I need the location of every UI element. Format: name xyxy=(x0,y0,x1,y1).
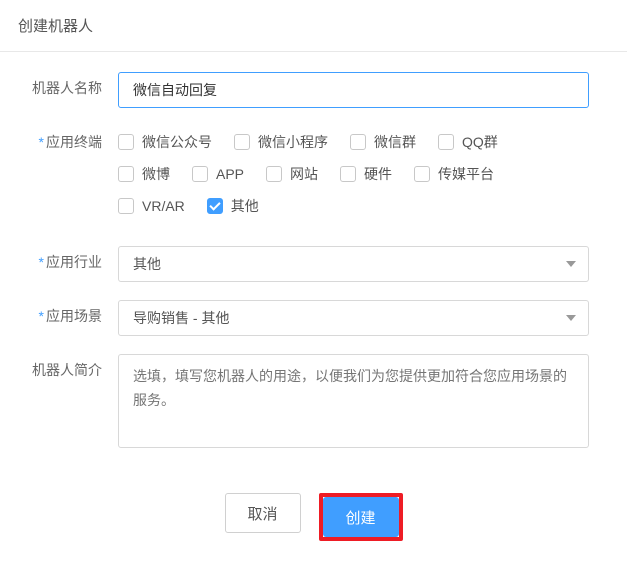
checkbox-label: 微信群 xyxy=(374,132,416,152)
description-textarea[interactable] xyxy=(118,354,589,448)
scenario-select-value: 导购销售 - 其他 xyxy=(133,308,229,328)
checkbox-icon xyxy=(414,166,430,182)
scenario-select[interactable]: 导购销售 - 其他 xyxy=(118,300,589,336)
cancel-button[interactable]: 取消 xyxy=(225,493,301,533)
checkbox-icon xyxy=(438,134,454,150)
terminal-checkbox[interactable]: QQ群 xyxy=(438,132,498,152)
checkbox-icon xyxy=(118,198,134,214)
row-robot-name: 机器人名称 xyxy=(18,72,609,108)
create-button[interactable]: 创建 xyxy=(323,497,399,537)
row-description: 机器人简介 xyxy=(18,354,609,451)
terminal-checkbox[interactable]: 网站 xyxy=(266,164,318,184)
checkbox-label: 传媒平台 xyxy=(438,164,494,184)
industry-select[interactable]: 其他 xyxy=(118,246,589,282)
dialog-title: 创建机器人 xyxy=(0,0,627,52)
row-scenario: 应用场景 导购销售 - 其他 xyxy=(18,300,609,336)
checkbox-label: VR/AR xyxy=(142,198,185,214)
dialog-body: 机器人名称 应用终端 微信公众号 微信小程序 微信群 QQ群微博 APP 网站 硬件 传媒平台… xyxy=(0,52,627,479)
checkbox-icon xyxy=(234,134,250,150)
terminal-checkbox[interactable]: 硬件 xyxy=(340,164,392,184)
terminal-checkbox[interactable]: 其他 xyxy=(207,196,259,216)
terminal-checkbox-group: 微信公众号 微信小程序 微信群 QQ群微博 APP 网站 硬件 传媒平台 VR/AR 其他 xyxy=(118,126,589,228)
terminal-checkbox[interactable]: 微信公众号 xyxy=(118,132,212,152)
checkbox-icon xyxy=(118,134,134,150)
row-terminal: 应用终端 微信公众号 微信小程序 微信群 QQ群微博 APP 网站 硬件 传媒平台 VR/AR 其… xyxy=(18,126,609,228)
checkbox-label: 网站 xyxy=(290,164,318,184)
terminal-checkbox[interactable]: 微信小程序 xyxy=(234,132,328,152)
checkbox-label: 微博 xyxy=(142,164,170,184)
checkbox-label: 其他 xyxy=(231,196,259,216)
checkbox-label: 微信公众号 xyxy=(142,132,212,152)
checkbox-icon xyxy=(192,166,208,182)
checkbox-label: APP xyxy=(216,166,244,182)
industry-select-value: 其他 xyxy=(133,254,161,274)
terminal-checkbox[interactable]: 微信群 xyxy=(350,132,416,152)
terminal-checkbox[interactable]: 传媒平台 xyxy=(414,164,494,184)
chevron-down-icon xyxy=(566,261,576,267)
checkbox-icon xyxy=(266,166,282,182)
terminal-checkbox[interactable]: APP xyxy=(192,164,244,184)
checkbox-icon xyxy=(350,134,366,150)
label-terminal: 应用终端 xyxy=(18,126,118,152)
checkbox-icon xyxy=(340,166,356,182)
terminal-checkbox[interactable]: VR/AR xyxy=(118,196,185,216)
label-scenario: 应用场景 xyxy=(18,300,118,326)
checkbox-label: 硬件 xyxy=(364,164,392,184)
robot-name-input[interactable] xyxy=(118,72,589,108)
checkbox-icon xyxy=(207,198,223,214)
terminal-checkbox[interactable]: 微博 xyxy=(118,164,170,184)
create-robot-dialog: 创建机器人 机器人名称 应用终端 微信公众号 微信小程序 微信群 QQ群微博 APP 网站… xyxy=(0,0,627,561)
label-robot-name: 机器人名称 xyxy=(18,72,118,98)
checkbox-label: 微信小程序 xyxy=(258,132,328,152)
checkbox-label: QQ群 xyxy=(462,132,498,152)
row-industry: 应用行业 其他 xyxy=(18,246,609,282)
create-button-highlight: 创建 xyxy=(319,493,403,541)
checkbox-icon xyxy=(118,166,134,182)
chevron-down-icon xyxy=(566,315,576,321)
label-industry: 应用行业 xyxy=(18,246,118,272)
dialog-footer: 取消 创建 xyxy=(0,479,627,561)
label-description: 机器人简介 xyxy=(18,354,118,380)
